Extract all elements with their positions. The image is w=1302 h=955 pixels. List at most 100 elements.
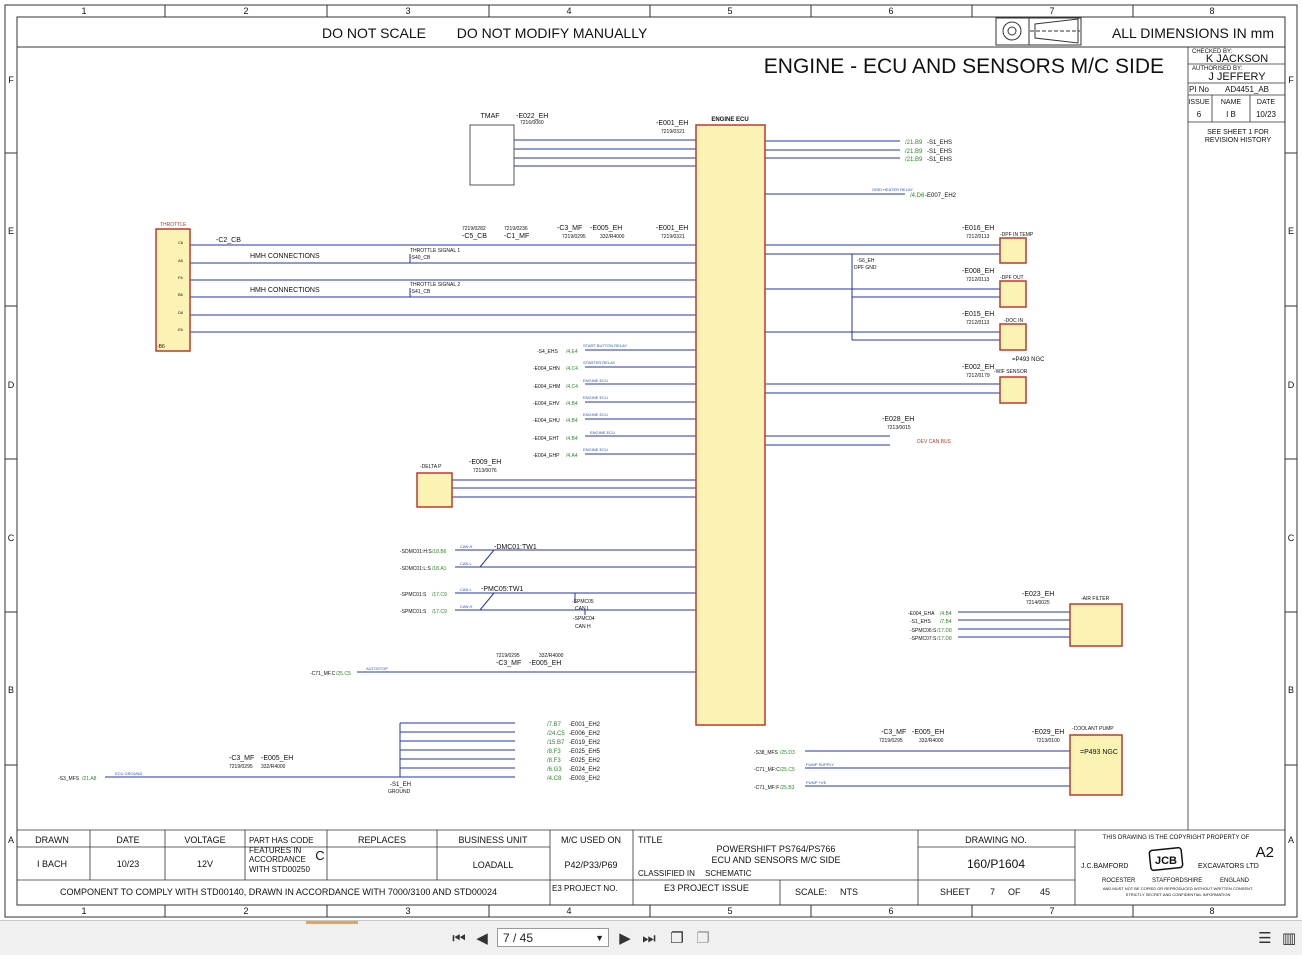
col-label: 6 bbox=[888, 6, 893, 16]
row-label: C bbox=[8, 533, 15, 543]
loading-strip bbox=[306, 921, 358, 924]
delta-p-label: -DELTA P bbox=[420, 464, 442, 470]
s41-label: -S41_CB bbox=[410, 289, 431, 295]
e005-part: 332/R4000 bbox=[600, 234, 625, 240]
two-page-view-icon[interactable]: ▥ bbox=[1278, 927, 1300, 949]
xref: /21.B9 bbox=[905, 149, 923, 155]
xref-note: ENGINE ECU bbox=[583, 378, 608, 383]
schematic-drawing: 1 2 3 4 5 6 7 8 1 2 3 4 5 6 7 8 F E D C … bbox=[4, 4, 1298, 918]
address-3: ENGLAND bbox=[1220, 878, 1250, 884]
xref: /17.C9 bbox=[432, 592, 447, 598]
title-label-tb: TITLE bbox=[638, 835, 663, 845]
c3mf3-label: -C3_MF bbox=[881, 729, 906, 736]
xref: /8.F3 bbox=[547, 749, 561, 755]
dpf-in-temp-sensor bbox=[999, 237, 1027, 264]
row-label: C bbox=[1288, 533, 1295, 543]
c1mf-part: 7219/0236 bbox=[504, 226, 528, 232]
xref-note: ENGINE ECU bbox=[590, 430, 615, 435]
date-value: 10/23 bbox=[1256, 110, 1277, 119]
row-label: D bbox=[8, 380, 15, 390]
xref: /17.D8 bbox=[937, 636, 952, 642]
xref-tag: -E004_EHP bbox=[533, 453, 560, 459]
c2cb-label: -C2_CB bbox=[216, 237, 241, 244]
first-page-icon[interactable]: ⏮ bbox=[448, 927, 470, 949]
hmh-connections-2: HMH CONNECTIONS bbox=[250, 287, 320, 294]
xref-tag: -SPMC01:S bbox=[400, 609, 427, 615]
e016-label: -E016_EH bbox=[962, 225, 994, 232]
throttle-signal-2: THROTTLE SIGNAL 2 bbox=[410, 282, 460, 288]
row-label: A bbox=[1288, 835, 1294, 845]
xref-tag: -E001_EH2 bbox=[569, 722, 601, 728]
throttle-pin: E6 bbox=[178, 327, 184, 332]
col-label: 8 bbox=[1209, 906, 1214, 916]
row-label: A bbox=[8, 835, 14, 845]
e009-label: -E009_EH bbox=[469, 459, 501, 466]
col-label: 6 bbox=[888, 906, 893, 916]
xref-tag: -SPMC06:S bbox=[910, 628, 937, 634]
xref: /18.B6 bbox=[432, 549, 447, 555]
address-2: STAFFORDSHIRE bbox=[1152, 878, 1202, 884]
replaces-label: REPLACES bbox=[358, 835, 406, 845]
c3mf-part: 7219/0295 bbox=[562, 234, 586, 240]
spmc04-label: -SPMC04 bbox=[573, 616, 595, 622]
e005c-label: -E005_EH bbox=[912, 729, 944, 736]
xref: /6.G3 bbox=[547, 767, 562, 773]
xref-tag: -S38_MFS bbox=[754, 750, 779, 756]
mc-used-label: M/C USED ON bbox=[561, 835, 621, 845]
sheet-value: 7 bbox=[990, 887, 995, 897]
throttle-pin: A6 bbox=[178, 258, 184, 263]
xref-tag: -C71_MF:F bbox=[754, 785, 779, 791]
column-labels: 1 2 3 4 5 6 7 8 1 2 3 4 5 6 7 8 bbox=[81, 6, 1214, 916]
legal-line-1: AND MUST NOT BE COPIED OR REPRODUCED WIT… bbox=[1103, 886, 1253, 891]
wif-sensor bbox=[999, 376, 1027, 404]
doc-in-label: -DOC IN bbox=[1004, 318, 1024, 324]
air-filter-label: -AIR FILTER bbox=[1081, 596, 1110, 602]
col-label: 3 bbox=[405, 906, 410, 916]
e016-part: 7212/0113 bbox=[966, 234, 989, 240]
xref: /18.A1 bbox=[432, 566, 447, 572]
xref-note: PUMP SUPPLY bbox=[806, 762, 834, 767]
issue-label: ISSUE bbox=[1188, 99, 1209, 106]
copyright-note: THIS DRAWING IS THE COPYRIGHT PROPERTY O… bbox=[1103, 835, 1250, 841]
page-number-select[interactable]: 7 / 45 ▼ bbox=[497, 928, 609, 947]
title-block-text: DRAWN I BACH DATE 10/23 VOLTAGE 12V PART… bbox=[35, 835, 1274, 897]
issue-value: 6 bbox=[1197, 110, 1202, 119]
pdf-viewer-toolbar: ⏮ ◀ 7 / 45 ▼ ▶ ⏭ ❐ ❐ ☰ ▥ bbox=[0, 920, 1302, 955]
c3mf-label: -C3_MF bbox=[557, 225, 582, 232]
code-line-2: FEATURES IN bbox=[249, 846, 302, 855]
last-page-icon[interactable]: ⏭ bbox=[638, 927, 660, 949]
xref: /25.C5 bbox=[336, 671, 351, 677]
xref-tag: -S4_EHS bbox=[537, 349, 559, 355]
throttle-label: THROTTLE bbox=[160, 222, 187, 228]
col-label: 5 bbox=[727, 906, 732, 916]
date-label: DATE bbox=[1257, 99, 1275, 106]
p493-label-b: =P493 NGC bbox=[1080, 749, 1118, 756]
approval-block bbox=[1187, 47, 1285, 830]
e002-part: 7212/0179 bbox=[966, 373, 990, 379]
copy-pages-icon[interactable]: ❐ bbox=[692, 927, 714, 949]
classified-value: SCHEMATIC bbox=[705, 869, 752, 878]
row-label: B bbox=[1288, 685, 1294, 695]
company-name-1: J.C.BAMFORD bbox=[1081, 863, 1128, 870]
e015-label: -E015_EH bbox=[962, 311, 994, 318]
xref-tag: -E004_EHA bbox=[908, 611, 935, 617]
sheet-label: SHEET bbox=[940, 887, 971, 897]
single-page-view-icon[interactable]: ☰ bbox=[1254, 927, 1276, 949]
authorised-by-name: J JEFFERY bbox=[1208, 71, 1266, 83]
jcb-logo: JCB bbox=[1148, 846, 1184, 872]
next-page-icon[interactable]: ▶ bbox=[614, 927, 636, 949]
scale-label: SCALE: bbox=[795, 887, 827, 897]
xref-tag: -SPMC01:S bbox=[400, 592, 427, 598]
e022-label: -E022_EH bbox=[516, 113, 548, 120]
tmaf-label: TMAF bbox=[480, 113, 499, 120]
comply-note: COMPONENT TO COMPLY WITH STD00140, DRAWN… bbox=[60, 887, 497, 897]
drawn-value: I BACH bbox=[37, 859, 67, 869]
previous-page-icon[interactable]: ◀ bbox=[471, 927, 493, 949]
do-not-scale-notice: DO NOT SCALE bbox=[322, 25, 426, 41]
b6-label: -B6 bbox=[157, 344, 165, 350]
svg-text:JCB: JCB bbox=[1155, 855, 1177, 867]
xref: /4.C8 bbox=[547, 776, 562, 782]
document-view-icon[interactable]: ❐ bbox=[666, 927, 688, 949]
row-label: E bbox=[1288, 226, 1294, 236]
spmc05-can-l: CAN L bbox=[575, 606, 590, 612]
